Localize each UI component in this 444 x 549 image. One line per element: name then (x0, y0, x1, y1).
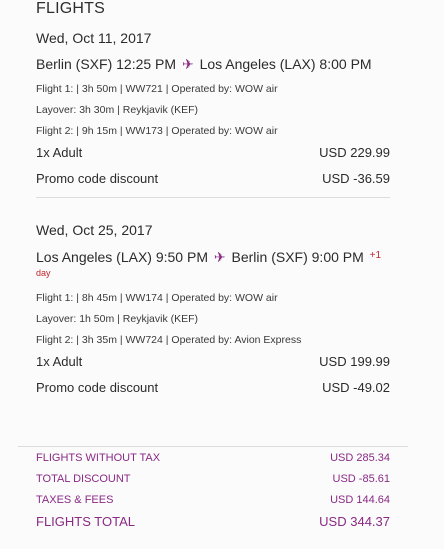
adult-label: 1x Adult (36, 145, 83, 160)
route-origin: Berlin (SXF) 12:25 PM (36, 56, 177, 72)
layover-detail: Layover: 3h 30m | Reykjavik (KEF) (36, 104, 199, 116)
adult-label: 1x Adult (36, 354, 83, 369)
plus-day-badge: +1 (369, 250, 382, 261)
total-discount-row: TOTAL DISCOUNT USD -85.61 (36, 472, 390, 486)
promo-value: USD -49.02 (322, 380, 390, 395)
flights-summary-page: FLIGHTS Wed, Oct 11, 2017 Berlin (SXF) 1… (0, 0, 444, 549)
leg-date: Wed, Oct 11, 2017 (36, 30, 152, 46)
section-title: FLIGHTS (36, 0, 105, 17)
adult-price: USD 199.99 (319, 354, 390, 369)
promo-value: USD -36.59 (322, 171, 390, 186)
airplane-icon: ✈ (181, 56, 194, 72)
leg-route: Los Angeles (LAX) 9:50 PM ✈ Berlin (SXF)… (36, 246, 390, 267)
promo-label: Promo code discount (36, 171, 159, 186)
route-origin: Los Angeles (LAX) 9:50 PM (36, 249, 208, 265)
flight-detail: Flight 1: | 3h 50m | WW721 | Operated by… (36, 83, 278, 95)
flights-total-value: USD 344.37 (319, 514, 390, 529)
outbound-leg: Wed, Oct 11, 2017 Berlin (SXF) 12:25 PM … (36, 29, 390, 188)
promo-row: Promo code discount USD -36.59 (36, 170, 390, 188)
plus-day-note: day (36, 268, 51, 278)
total-discount-value: USD -85.61 (332, 473, 390, 485)
promo-row: Promo code discount USD -49.02 (36, 379, 390, 397)
promo-label: Promo code discount (36, 380, 159, 395)
taxes-fees-label: TAXES & FEES (36, 494, 114, 506)
flights-without-tax-value: USD 285.34 (330, 452, 390, 464)
flights-total-label: FLIGHTS TOTAL (36, 514, 135, 529)
flight-detail: Flight 2: | 3h 35m | WW724 | Operated by… (36, 334, 302, 346)
leg-route: Berlin (SXF) 12:25 PM ✈ Los Angeles (LAX… (36, 54, 390, 74)
taxes-fees-row: TAXES & FEES USD 144.64 (36, 493, 390, 507)
flights-total-row: FLIGHTS TOTAL USD 344.37 (36, 514, 390, 530)
return-leg: Wed, Oct 25, 2017 Los Angeles (LAX) 9:50… (36, 221, 390, 397)
airplane-icon: ✈ (213, 249, 226, 265)
leg-date: Wed, Oct 25, 2017 (36, 222, 153, 238)
summary-divider (18, 446, 408, 447)
flight-detail: Flight 1: | 8h 45m | WW174 | Operated by… (36, 292, 278, 304)
adult-price: USD 229.99 (319, 145, 390, 160)
adult-price-row: 1x Adult USD 199.99 (36, 353, 390, 371)
total-discount-label: TOTAL DISCOUNT (36, 473, 131, 485)
leg-divider (36, 197, 390, 198)
adult-price-row: 1x Adult USD 229.99 (36, 144, 390, 162)
layover-detail: Layover: 1h 50m | Reykjavik (KEF) (36, 313, 199, 325)
flights-without-tax-row: FLIGHTS WITHOUT TAX USD 285.34 (36, 451, 390, 465)
taxes-fees-value: USD 144.64 (330, 494, 390, 506)
flights-without-tax-label: FLIGHTS WITHOUT TAX (36, 452, 161, 464)
price-summary: FLIGHTS WITHOUT TAX USD 285.34 TOTAL DIS… (36, 451, 390, 537)
route-destination: Los Angeles (LAX) 8:00 PM (199, 56, 372, 72)
flight-detail: Flight 2: | 9h 15m | WW173 | Operated by… (36, 125, 278, 137)
route-destination: Berlin (SXF) 9:00 PM (231, 249, 364, 265)
